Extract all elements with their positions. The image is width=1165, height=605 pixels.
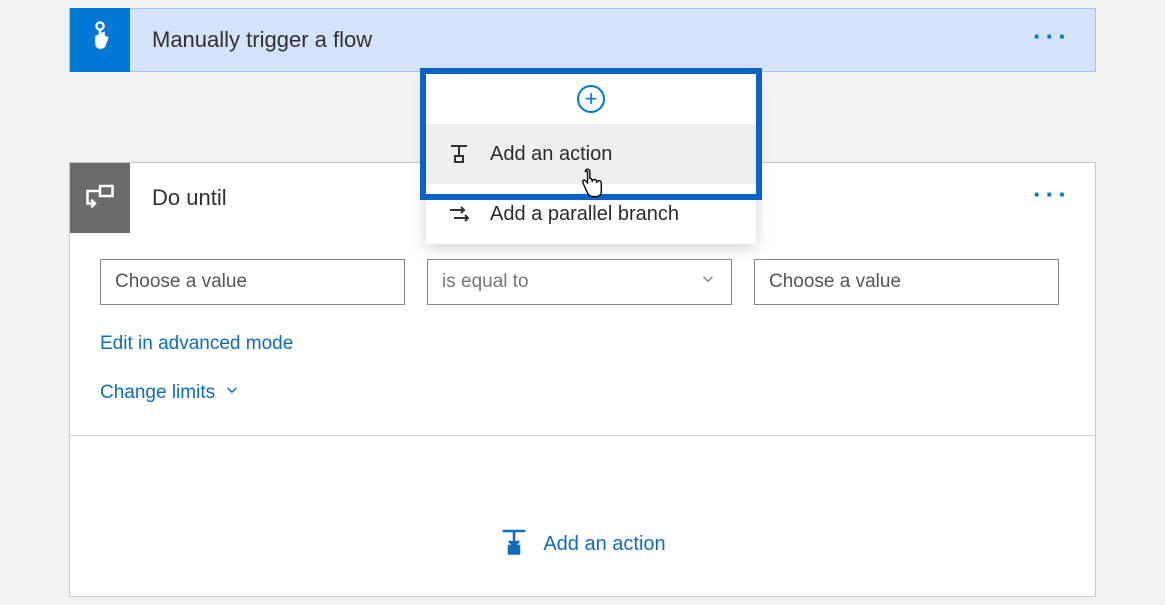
manual-trigger-icon — [85, 20, 115, 61]
edit-advanced-mode-label: Edit in advanced mode — [100, 333, 293, 355]
condition-operator-label: is equal to — [442, 271, 529, 293]
do-until-more-button[interactable]: ··· — [1009, 189, 1095, 199]
popup-add-parallel-label: Add a parallel branch — [490, 203, 679, 226]
trigger-card[interactable]: Manually trigger a flow ··· — [69, 8, 1096, 72]
plus-circle-icon: + — [577, 85, 605, 113]
add-action-footer-button[interactable]: Add an action — [100, 436, 1065, 586]
popup-add-parallel-branch[interactable]: Add a parallel branch — [426, 184, 756, 244]
trigger-more-button[interactable]: ··· — [1009, 31, 1095, 41]
change-limits-link[interactable]: Change limits — [100, 381, 241, 405]
change-limits-label: Change limits — [100, 382, 215, 404]
add-action-footer-label: Add an action — [543, 533, 665, 556]
condition-left-input[interactable] — [100, 259, 405, 305]
condition-row: is equal to — [100, 259, 1065, 305]
condition-operator-select[interactable]: is equal to — [427, 259, 732, 305]
do-until-icon — [85, 181, 115, 216]
chevron-down-icon — [699, 270, 717, 294]
do-until-icon-box — [70, 163, 130, 233]
parallel-branch-icon — [446, 202, 472, 226]
insert-step-popup: + Add an action Add a parallel branch — [426, 74, 756, 244]
popup-add-action-label: Add an action — [490, 143, 612, 166]
add-action-icon — [446, 142, 472, 166]
chevron-down-icon — [223, 381, 241, 405]
condition-right-input[interactable] — [754, 259, 1059, 305]
trigger-icon-box — [70, 8, 130, 72]
insert-step-plus-row[interactable]: + — [426, 74, 756, 124]
add-action-icon — [499, 526, 529, 562]
edit-advanced-mode-link[interactable]: Edit in advanced mode — [100, 333, 293, 355]
popup-add-action[interactable]: Add an action — [426, 124, 756, 184]
trigger-title: Manually trigger a flow — [130, 27, 1009, 53]
